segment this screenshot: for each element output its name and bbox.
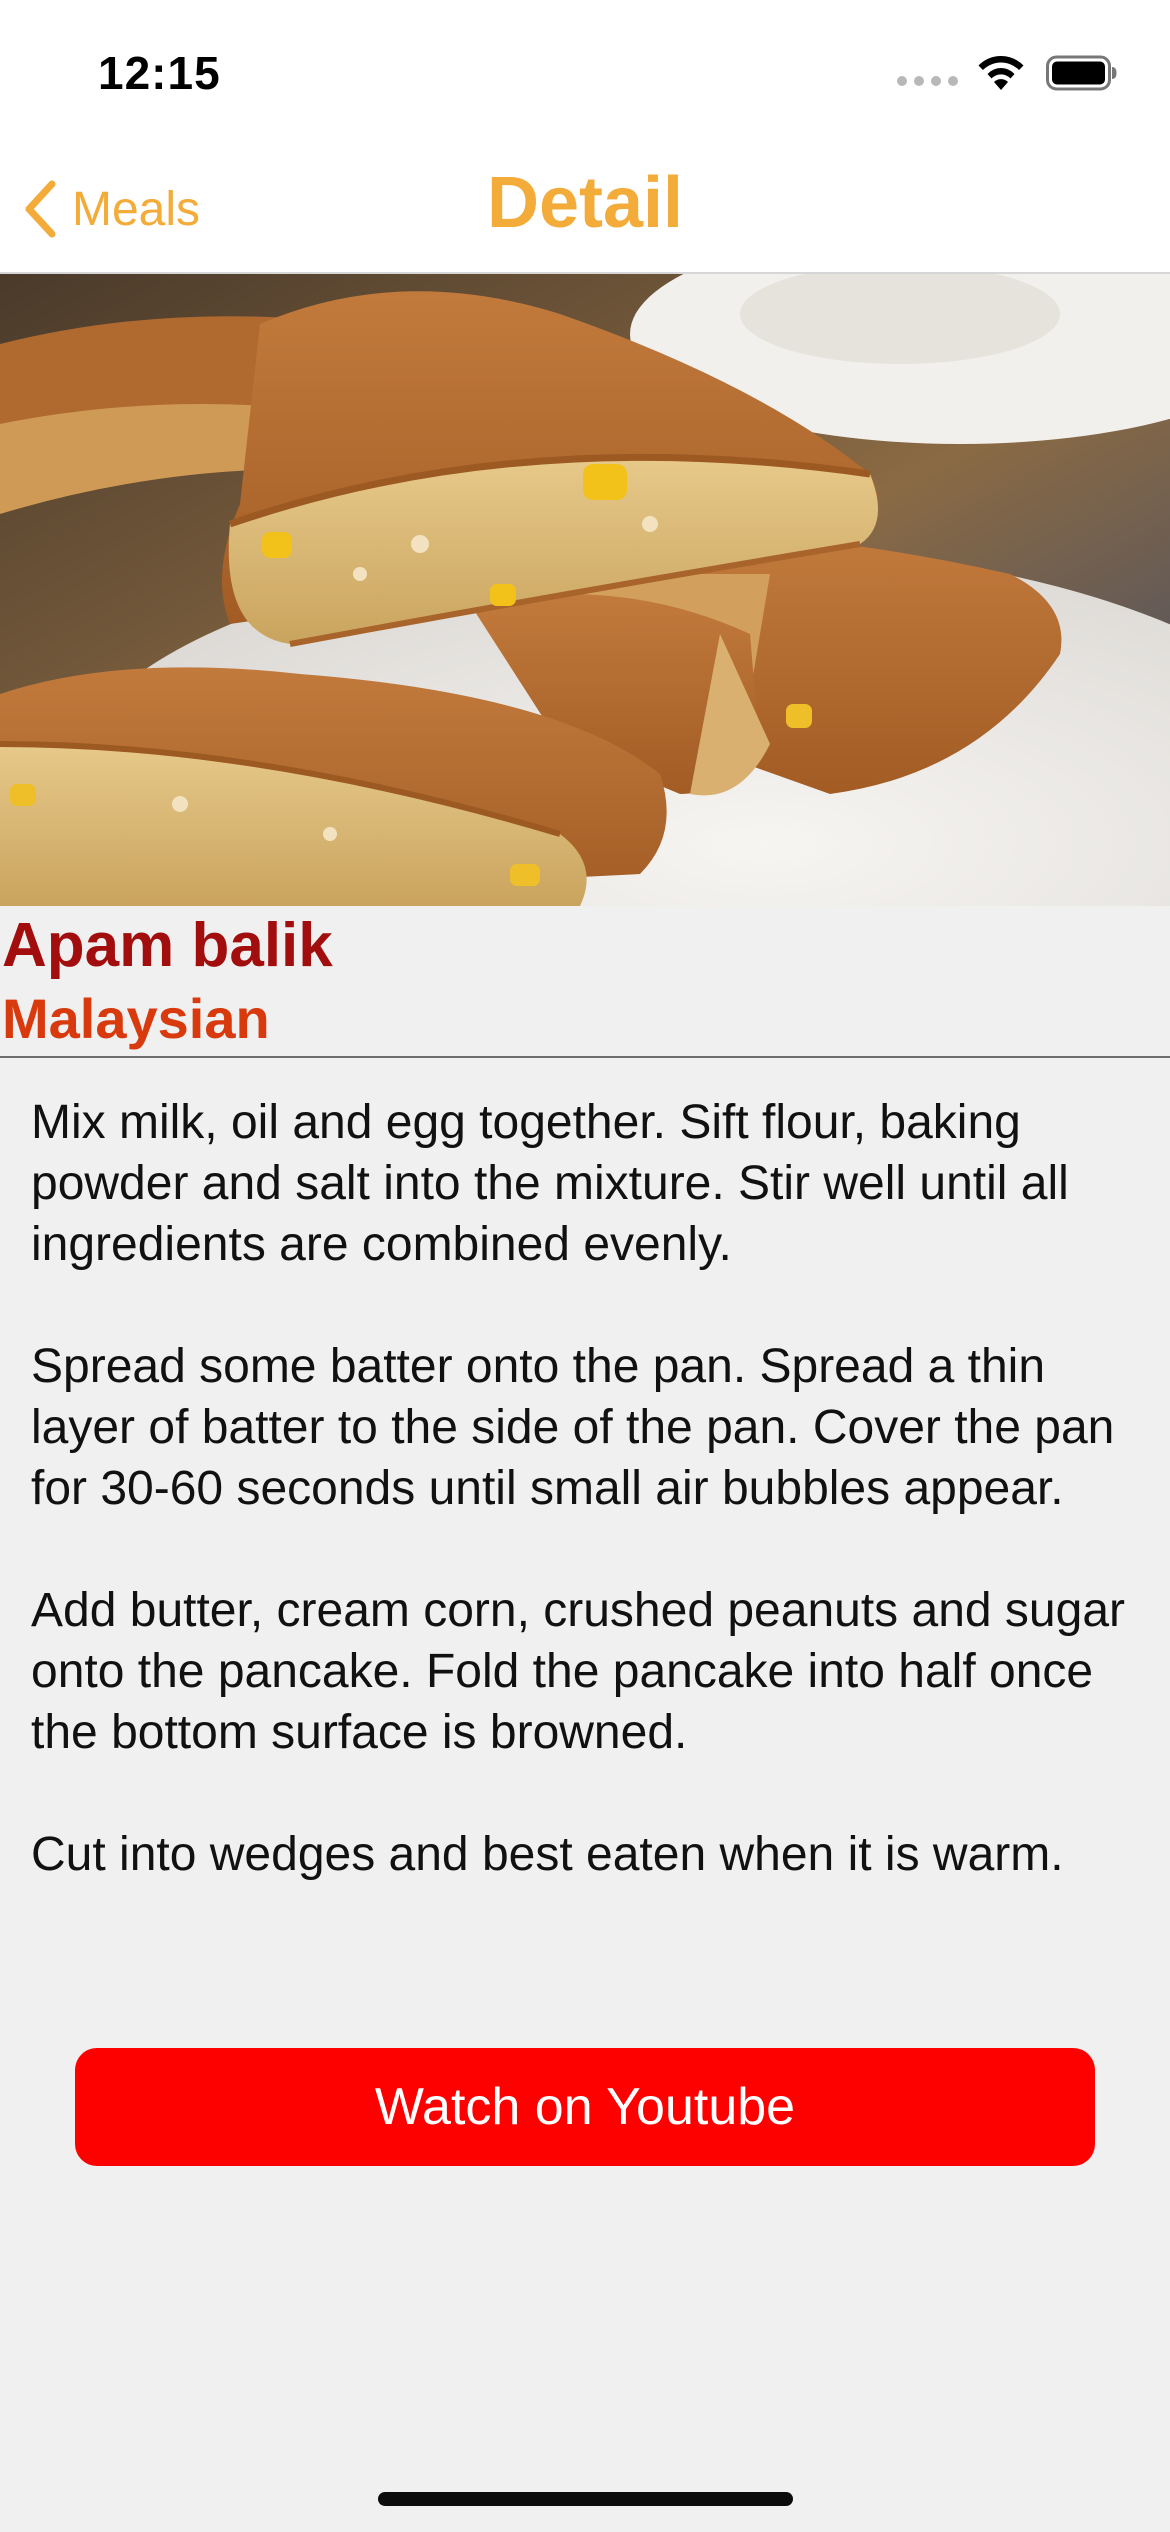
status-time: 12:15	[98, 47, 221, 99]
meal-image	[0, 274, 1170, 906]
status-bar: 12:15	[0, 0, 1170, 140]
meal-instructions: Mix milk, oil and egg together. Sift flo…	[31, 1092, 1151, 1946]
instruction-step: Add butter, cream corn, crushed peanuts …	[31, 1584, 1125, 1759]
instruction-step: Mix milk, oil and egg together. Sift flo…	[31, 1096, 1069, 1271]
meal-name: Apam balik	[2, 911, 333, 980]
watch-youtube-button[interactable]: Watch on Youtube	[75, 2048, 1095, 2166]
instruction-step: Cut into wedges and best eaten when it i…	[31, 1828, 1064, 1881]
divider	[0, 1056, 1170, 1058]
status-icons	[897, 54, 1118, 92]
page-title: Detail	[486, 163, 684, 243]
meal-photo	[0, 274, 1170, 906]
meal-area: Malaysian	[2, 987, 270, 1050]
instruction-step: Spread some batter onto the pan. Spread …	[31, 1340, 1115, 1515]
home-indicator[interactable]	[378, 2492, 793, 2506]
battery-icon	[1046, 55, 1117, 91]
cellular-signal-icon	[897, 76, 958, 86]
wifi-icon	[978, 56, 1024, 90]
navigation-bar: Meals Detail	[0, 140, 1170, 274]
